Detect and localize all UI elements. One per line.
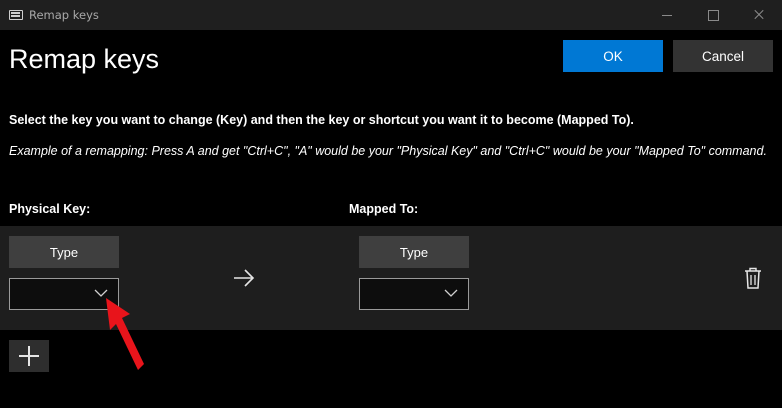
mapped-to-header: Mapped To: [349, 202, 419, 216]
minimize-icon[interactable] [644, 0, 690, 30]
add-remap-button[interactable] [9, 340, 49, 372]
physical-key-header: Physical Key: [9, 202, 91, 216]
physical-key-dropdown[interactable] [9, 278, 119, 310]
mapped-type-button[interactable]: Type [359, 236, 469, 268]
physical-type-button[interactable]: Type [9, 236, 119, 268]
cancel-button[interactable]: Cancel [673, 40, 773, 72]
trash-icon[interactable] [744, 267, 762, 289]
mapped-key-dropdown[interactable] [359, 278, 469, 310]
keyboard-icon [9, 10, 23, 20]
example-text: Example of a remapping: Press A and get … [9, 144, 767, 158]
remap-row: Type Type [0, 226, 782, 330]
instruction-text: Select the key you want to change (Key) … [9, 113, 634, 127]
maximize-icon[interactable] [690, 0, 736, 30]
window-title: Remap keys [29, 8, 99, 22]
title-bar: Remap keys [0, 0, 782, 30]
page-title: Remap keys [9, 44, 160, 74]
chevron-down-icon [94, 289, 108, 297]
chevron-down-icon [444, 289, 458, 297]
ok-button[interactable]: OK [563, 40, 663, 72]
arrow-right-icon [234, 269, 255, 287]
close-icon[interactable] [736, 0, 782, 30]
